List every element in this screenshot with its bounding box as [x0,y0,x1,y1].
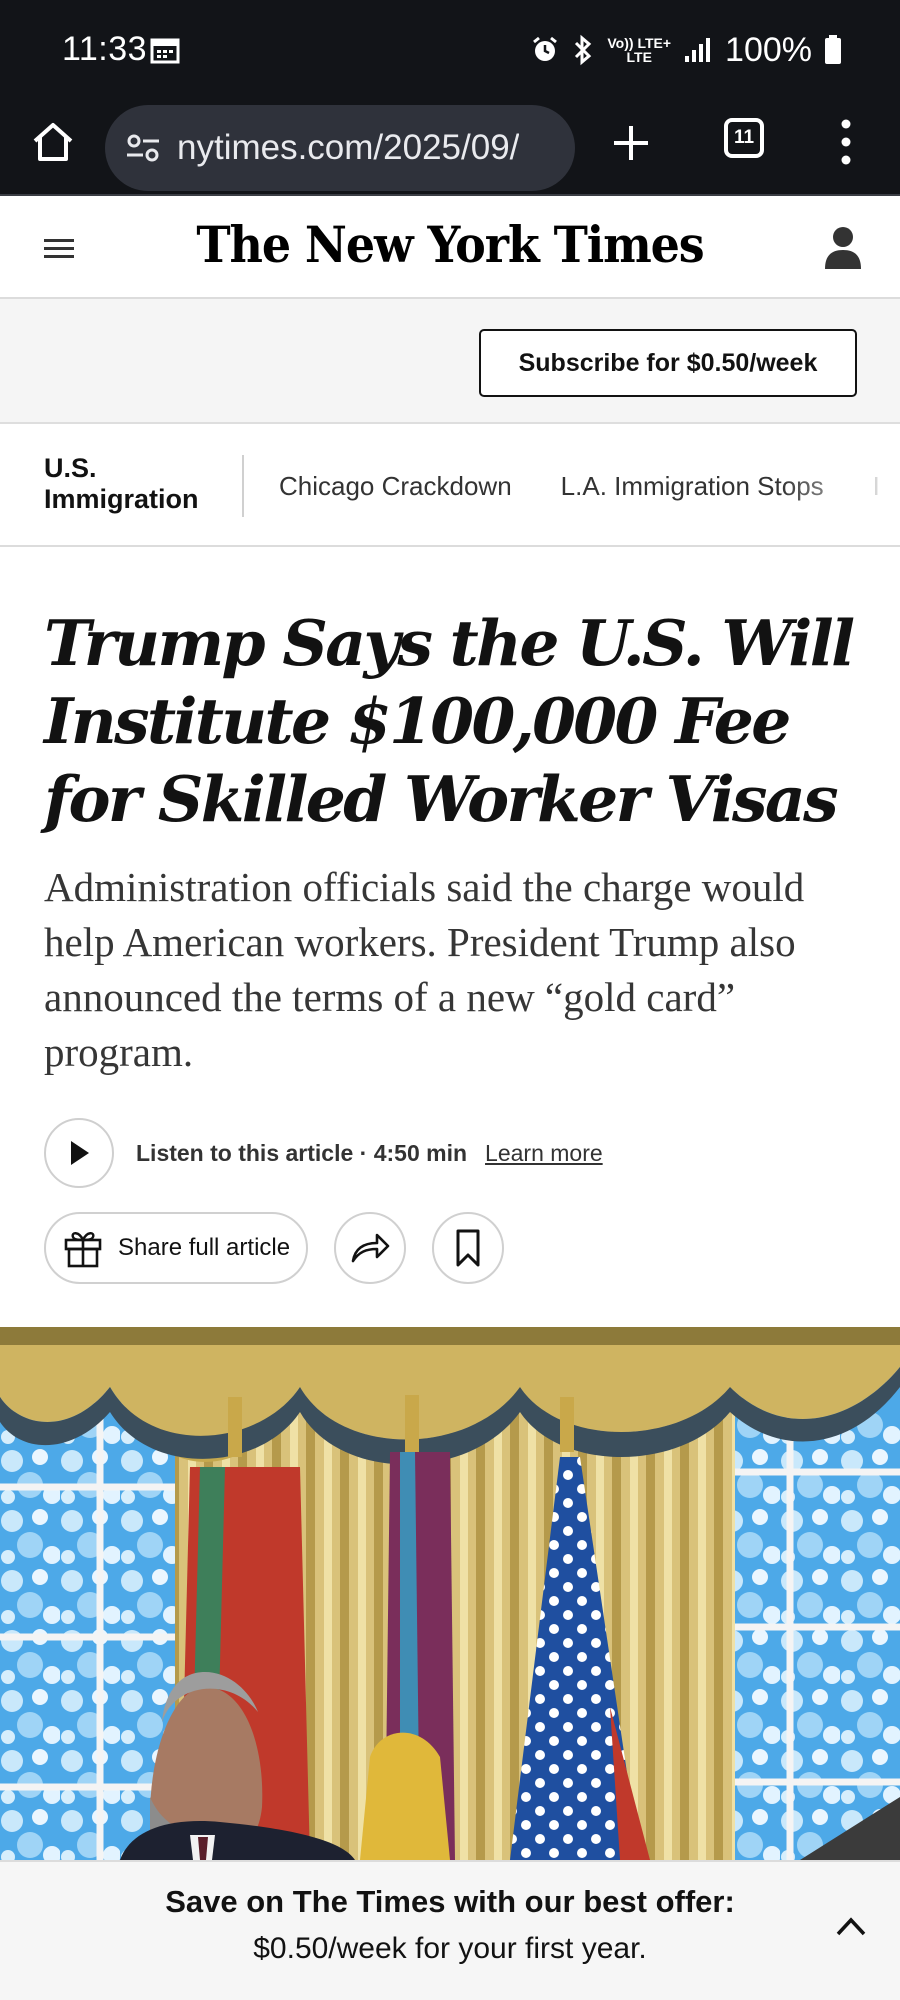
offer-banner[interactable]: Save on The Times with our best offer: $… [0,1860,900,2000]
account-icon[interactable] [822,225,864,271]
signal-icon [685,38,711,62]
oval-office-photo [0,1327,900,1860]
battery-icon [825,35,841,64]
offer-price: $0.50/week for your first year. [253,1932,647,1965]
tab-switcher-button[interactable]: 11 [724,118,764,158]
section-label-line2: Immigration [44,484,199,514]
calendar-icon [150,38,180,64]
url-text[interactable]: nytimes.com/2025/09/ [177,128,519,168]
share-button[interactable] [334,1212,407,1284]
share-arrow-icon [351,1233,390,1263]
site-header: The New York Times [0,197,900,299]
audio-player: Listen to this article · 4:50 min Learn … [44,1118,603,1188]
network-type: Vo)) LTE+ LTE [607,36,671,64]
section-label[interactable]: U.S. Immigration [44,453,199,515]
status-bar: 11:33 Vo)) LTE+ LTE 100% [0,0,900,98]
network-label-bottom: LTE [626,49,652,65]
section-label-line1: U.S. [44,453,97,483]
save-bookmark-button[interactable] [432,1212,505,1284]
play-icon [71,1141,89,1165]
article-summary: Administration officials said the charge… [44,864,805,1075]
listen-label: Listen to this article · 4:50 min [136,1139,468,1166]
article-headline: Trump Says the U.S. Will Institute $100,… [44,606,855,836]
article-actions: Share full article [44,1212,505,1284]
play-button[interactable] [44,1118,114,1188]
bookmark-icon [456,1229,480,1267]
alarm-icon [533,36,558,61]
chevron-up-icon[interactable] [834,1914,868,1938]
lead-photo [0,1327,900,1860]
home-button[interactable] [28,114,78,170]
subscribe-button[interactable]: Subscribe for $0.50/week [479,329,857,397]
new-tab-icon[interactable] [606,118,656,168]
nav-link-chicago-crackdown[interactable]: Chicago Crackdown [279,471,512,502]
subscribe-band: Subscribe for $0.50/week [0,299,900,424]
battery-percent: 100% [725,30,812,69]
address-bar[interactable]: nytimes.com/2025/09/ [105,105,575,191]
learn-more-link[interactable]: Learn more [485,1140,603,1167]
status-time: 11:33 [62,30,148,68]
site-settings-icon[interactable] [123,128,163,168]
offer-headline: Save on The Times with our best offer: [165,1884,735,1919]
nav-fade [780,425,900,545]
bluetooth-icon [575,34,592,66]
gift-icon [64,1232,102,1268]
section-divider [242,455,244,517]
network-label-top: Vo)) LTE+ [607,35,672,51]
home-icon [33,123,73,161]
share-full-article-button[interactable]: Share full article [44,1212,309,1284]
more-options-icon[interactable] [834,114,858,170]
section-nav: U.S. Immigration Chicago Crackdown L.A. … [0,425,900,547]
browser-toolbar: nytimes.com/2025/09/ 11 [0,98,900,196]
share-full-label: Share full article [118,1234,291,1261]
nyt-logo[interactable]: The New York Times [36,215,864,274]
